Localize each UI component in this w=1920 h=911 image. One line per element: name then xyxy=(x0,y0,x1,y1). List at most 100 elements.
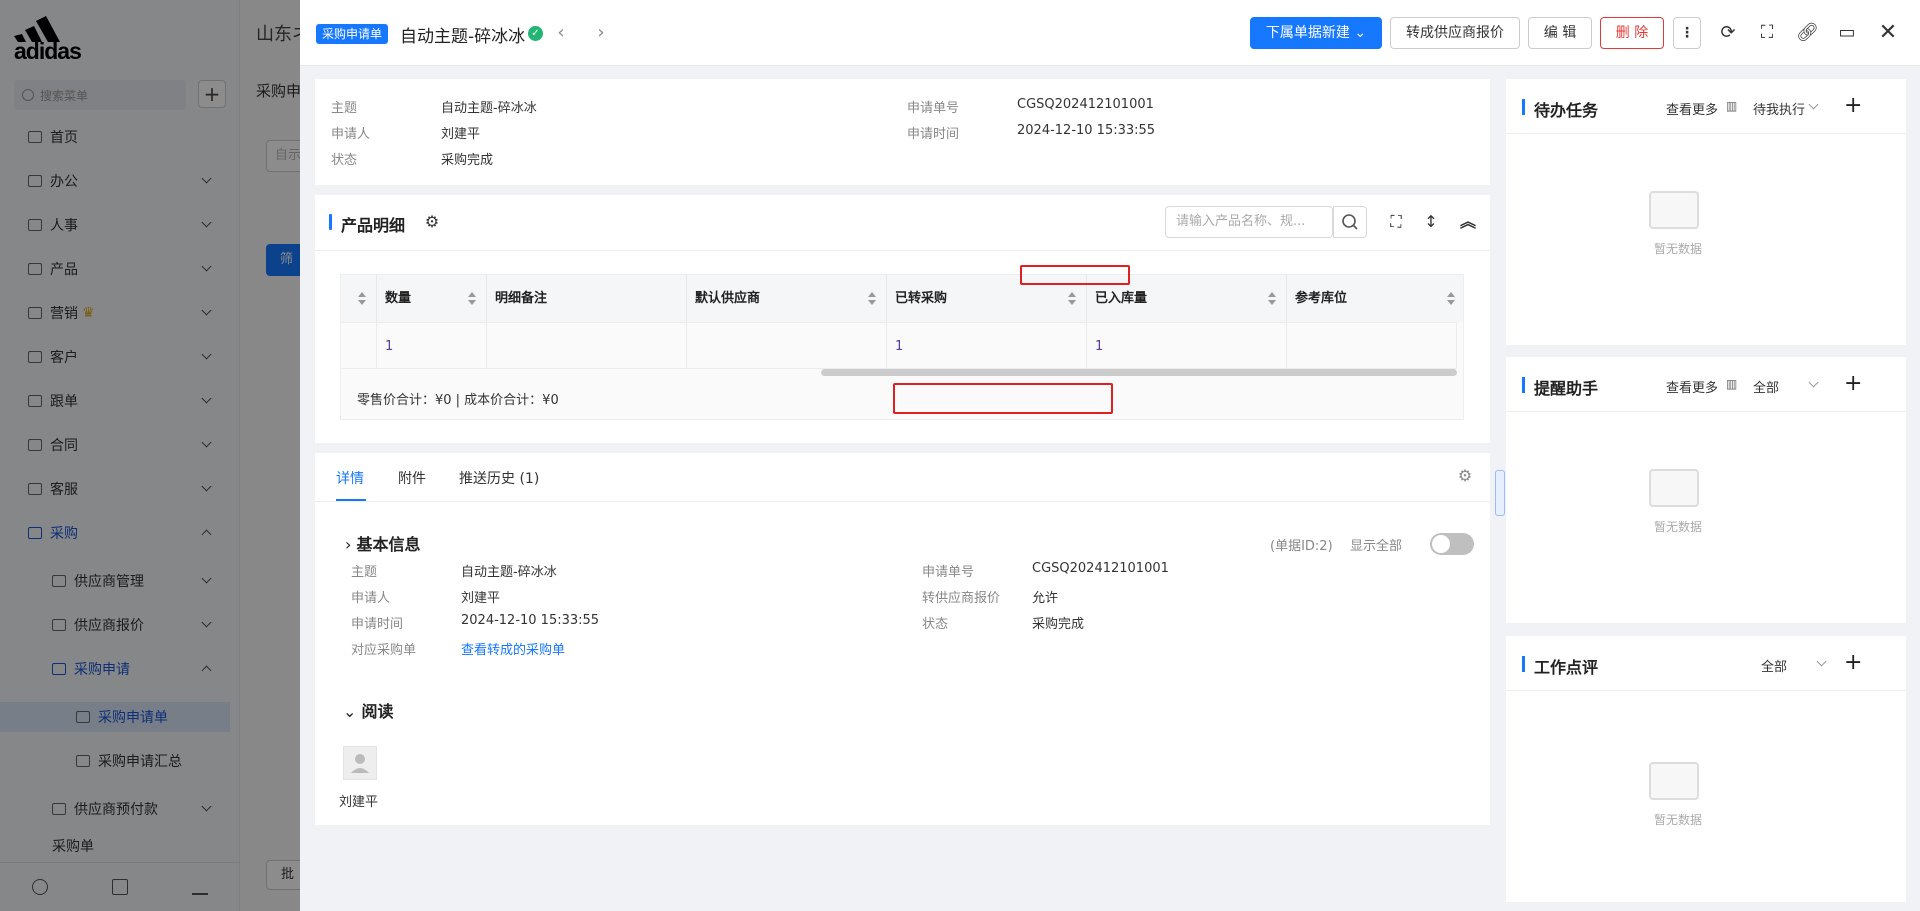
sort-icon xyxy=(468,292,476,306)
review-filter-select[interactable]: 全部 xyxy=(1761,656,1787,675)
field-value: CGSQ202412101001 xyxy=(1032,561,1169,576)
field-value: 采购完成 xyxy=(1032,617,1085,632)
product-section-title: 产品明细 xyxy=(329,212,405,236)
empty-inbox-icon xyxy=(1649,762,1699,800)
column-header-label: 已入库量 xyxy=(1095,291,1148,306)
link-icon[interactable]: 🔗︎ xyxy=(1796,22,1819,44)
status-label: 状态 xyxy=(331,153,358,168)
panel-collapse-handle[interactable] xyxy=(1495,470,1505,516)
column-header-supplier[interactable]: 默认供应商 xyxy=(687,275,887,322)
chevron-down-icon: ⌄ xyxy=(343,702,357,721)
column-header-location[interactable]: 参考库位 xyxy=(1287,275,1463,322)
delete-button[interactable]: 删 除 xyxy=(1600,17,1664,49)
dock-icon[interactable]: ▭ xyxy=(1836,22,1858,44)
column-header-quantity[interactable]: 数量 xyxy=(377,275,487,322)
close-icon[interactable]: ✕ xyxy=(1877,22,1899,44)
sort-icon xyxy=(868,292,876,306)
column-header-label: 参考库位 xyxy=(1295,291,1348,306)
field-label: 对应采购单 xyxy=(351,643,417,658)
sort-icon xyxy=(1447,292,1455,306)
more-actions-icon[interactable]: ⋮ xyxy=(1673,17,1701,49)
convert-supplier-quote-button[interactable]: 转成供应商报价 xyxy=(1390,17,1520,49)
empty-text: 暂无数据 xyxy=(1654,813,1703,827)
todo-filter-select[interactable]: 待我执行 xyxy=(1753,99,1805,118)
empty-inbox-icon xyxy=(1649,191,1699,229)
basic-info-title: 基本信息 xyxy=(356,535,421,554)
chevron-down-icon: ⌄ xyxy=(1354,25,1367,41)
expand-icon[interactable]: ⛶ xyxy=(1385,211,1407,233)
subject-label: 主题 xyxy=(331,101,358,116)
column-settings-icon[interactable]: ⚙︎ xyxy=(421,211,443,233)
table-cell-converted: 1 xyxy=(887,322,1087,369)
field-value: 2024-12-10 15:33:55 xyxy=(461,613,600,628)
tab-push-history[interactable]: 推送历史 (1) xyxy=(459,468,539,488)
table-cell-remark xyxy=(487,322,687,369)
divider xyxy=(315,250,1490,251)
field-label: 状态 xyxy=(922,617,949,632)
applicant-label: 申请人 xyxy=(331,127,371,142)
product-detail-card: 产品明细 ⚙︎ 请输入产品名称、规... ⛶ ↕ ︽ 数量 明细备注 默认供应商… xyxy=(315,195,1490,443)
subject-value: 自动主题-碎冰冰 xyxy=(441,101,537,116)
table-footer-totals: 零售价合计：¥0 | 成本价合计：¥0 xyxy=(357,393,559,408)
reminder-panel: 提醒助手 查看更多 ▥ 全部 + 暂无数据 xyxy=(1506,357,1906,623)
gear-icon[interactable]: ⚙︎ xyxy=(1454,465,1476,487)
time-value: 2024-12-10 15:33:55 xyxy=(1017,123,1156,138)
product-search-button[interactable] xyxy=(1333,206,1367,238)
reading-toggle[interactable]: ⌄ 阅读 xyxy=(343,698,394,722)
table-cell-location xyxy=(1287,322,1457,369)
table-cell xyxy=(341,322,377,369)
field-label: 申请人 xyxy=(351,591,391,606)
todo-more-link[interactable]: 查看更多 xyxy=(1666,99,1718,118)
collapse-section-icon[interactable]: ︽ xyxy=(1457,211,1479,233)
row-select-header[interactable] xyxy=(341,275,377,322)
add-review-icon[interactable]: + xyxy=(1844,652,1862,674)
table-cell-supplier xyxy=(687,322,887,369)
basic-info-toggle[interactable]: › 基本信息 xyxy=(345,531,421,555)
sort-icon xyxy=(1268,292,1276,306)
reminder-filter-select[interactable]: 全部 xyxy=(1753,377,1779,396)
empty-inbox-icon xyxy=(1649,469,1699,507)
column-header-label: 已转采购 xyxy=(895,291,948,306)
detail-card: 详情 附件 推送历史 (1) ⚙︎ › 基本信息 (单据ID:2) 显示全部 主… xyxy=(315,453,1490,825)
chevron-right-icon: › xyxy=(345,535,352,554)
add-reminder-icon[interactable]: + xyxy=(1844,373,1862,395)
edit-button[interactable]: 编 辑 xyxy=(1528,17,1592,49)
table-cell-quantity: 1 xyxy=(377,322,487,369)
new-sub-document-button[interactable]: 下属单据新建 ⌄ xyxy=(1250,17,1382,49)
fullscreen-icon[interactable]: ⛶ xyxy=(1756,22,1778,44)
avatar xyxy=(343,746,377,780)
table-cell-stocked: 1 xyxy=(1087,322,1287,369)
divider xyxy=(1506,411,1906,412)
document-id: (单据ID:2) xyxy=(1270,539,1333,554)
divider xyxy=(1506,133,1906,134)
tab-attachments[interactable]: 附件 xyxy=(398,468,426,488)
reminder-more-link[interactable]: 查看更多 xyxy=(1666,377,1718,396)
prev-record-icon[interactable]: ‹ xyxy=(552,24,570,42)
highlight-box xyxy=(1020,265,1130,285)
todo-title: 待办任务 xyxy=(1522,97,1598,121)
add-todo-icon[interactable]: + xyxy=(1844,95,1862,117)
refresh-icon[interactable]: ⟳ xyxy=(1717,22,1739,44)
number-value: CGSQ202412101001 xyxy=(1017,97,1154,112)
summary-card: 主题 自动主题-碎冰冰 申请人 刘建平 状态 采购完成 申请单号 CGSQ202… xyxy=(315,79,1490,185)
field-label: 转供应商报价 xyxy=(922,591,1001,606)
next-record-icon[interactable]: › xyxy=(592,24,610,42)
column-header-label: 明细备注 xyxy=(495,291,548,306)
search-icon xyxy=(1342,214,1358,230)
modal-overlay[interactable] xyxy=(0,0,300,911)
field-value: 允许 xyxy=(1032,591,1059,606)
time-label: 申请时间 xyxy=(907,127,960,142)
horizontal-scrollbar[interactable] xyxy=(821,369,1457,376)
tab-details[interactable]: 详情 xyxy=(336,468,364,488)
show-all-toggle[interactable] xyxy=(1430,533,1474,555)
product-search-input[interactable]: 请输入产品名称、规... xyxy=(1165,206,1333,238)
view-purchase-order-link[interactable]: 查看转成的采购单 xyxy=(461,639,565,658)
row-height-icon[interactable]: ↕ xyxy=(1420,211,1442,233)
doc-type-tag: 采购申请单 xyxy=(316,24,389,44)
chevron-down-icon xyxy=(1816,656,1827,667)
column-header-remark[interactable]: 明细备注 xyxy=(487,275,687,322)
user-icon xyxy=(351,754,369,773)
detail-drawer: 采购申请单 自动主题-碎冰冰 ✓ ‹ › 下属单据新建 ⌄ 转成供应商报价 编 … xyxy=(300,0,1920,911)
applicant-value: 刘建平 xyxy=(441,127,481,142)
chevron-down-icon xyxy=(1808,99,1819,110)
